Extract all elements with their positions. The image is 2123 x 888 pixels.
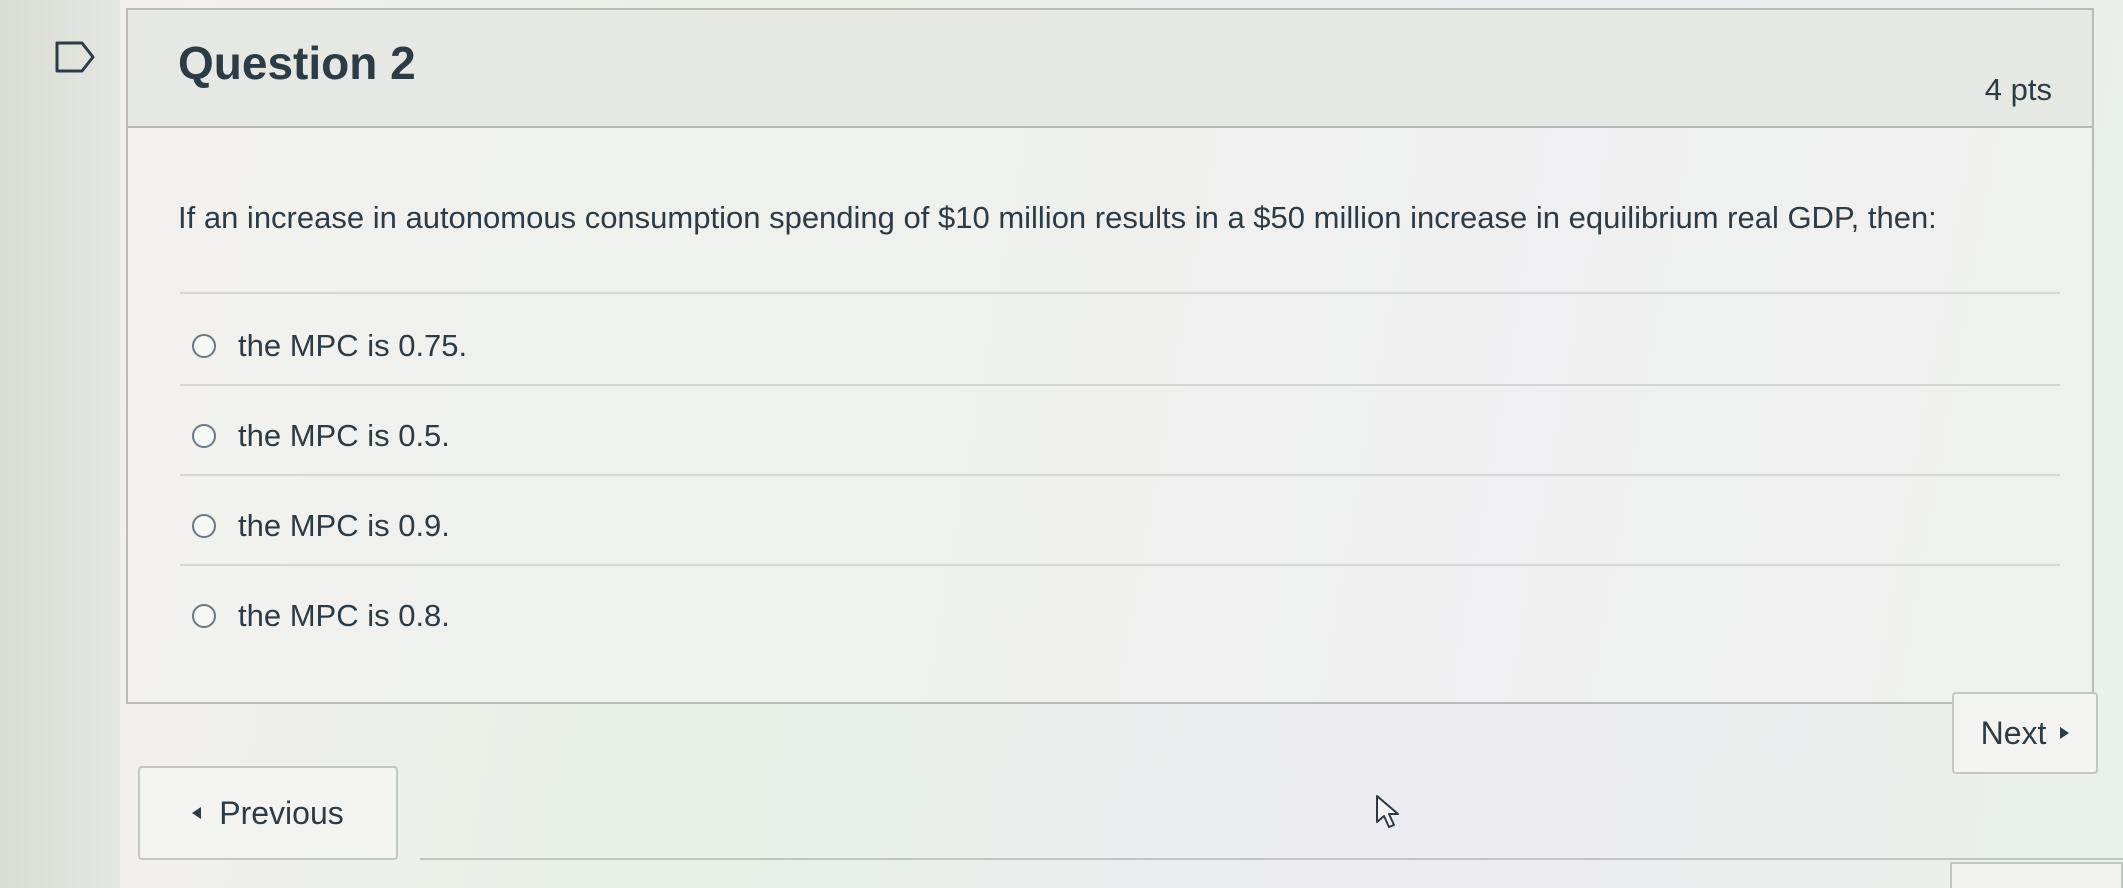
radio-button[interactable]	[192, 514, 216, 538]
question-text: If an increase in autonomous consumption…	[178, 200, 1937, 235]
next-button-label: Next	[1980, 714, 2047, 751]
answer-label: the MPC is 0.9.	[238, 508, 450, 543]
answer-label: the MPC is 0.75.	[238, 328, 468, 363]
answer-option-4[interactable]: the MPC is 0.8.	[192, 586, 450, 646]
question-card: Question 2 4 pts If an increase in auton…	[126, 8, 2094, 704]
divider	[180, 474, 2060, 476]
submit-area-edge	[1950, 862, 2123, 888]
triangle-left-icon	[192, 807, 202, 819]
page-background-edge	[0, 0, 120, 888]
radio-button[interactable]	[192, 334, 216, 358]
next-button[interactable]: Next	[1952, 692, 2098, 774]
answer-label: the MPC is 0.5.	[238, 418, 450, 453]
divider	[180, 292, 2060, 294]
question-body: If an increase in autonomous consumption…	[128, 128, 2092, 702]
triangle-right-icon	[2060, 727, 2070, 739]
answer-option-2[interactable]: the MPC is 0.5.	[192, 406, 450, 466]
answer-option-3[interactable]: the MPC is 0.9.	[192, 496, 450, 556]
previous-button[interactable]: Previous	[138, 766, 398, 860]
previous-button-label: Previous	[219, 794, 344, 831]
mouse-pointer-icon	[1376, 795, 1399, 828]
radio-button[interactable]	[192, 424, 216, 448]
answer-label: the MPC is 0.8.	[238, 598, 450, 633]
radio-button[interactable]	[192, 604, 216, 628]
question-header: Question 2 4 pts	[128, 10, 2092, 128]
question-points: 4 pts	[1984, 72, 2052, 107]
page-divider	[420, 858, 2123, 860]
question-title: Question 2	[178, 37, 416, 89]
divider	[180, 564, 2060, 566]
divider	[180, 384, 2060, 386]
flag-question-icon[interactable]	[54, 40, 96, 74]
answer-option-1[interactable]: the MPC is 0.75.	[192, 316, 467, 376]
